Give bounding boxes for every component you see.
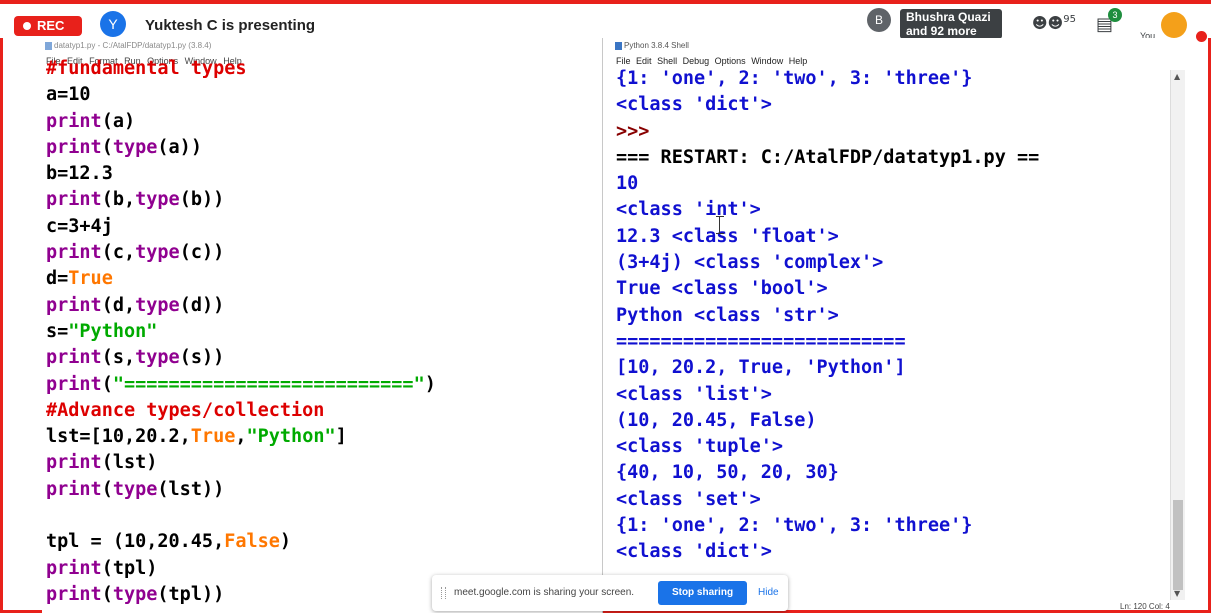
screen-sharing-banner: meet.google.com is sharing your screen. …	[432, 575, 788, 611]
hide-button[interactable]: Hide	[758, 587, 779, 598]
scroll-up-icon[interactable]: ▲	[1174, 72, 1180, 81]
chat-badge: 3	[1108, 8, 1122, 22]
shell-menu-debug[interactable]: Debug	[683, 56, 710, 66]
chat-button[interactable]: ▤ 3	[1096, 8, 1122, 35]
scroll-thumb[interactable]	[1173, 500, 1183, 590]
mic-off-icon	[1196, 31, 1207, 42]
python-file-icon	[45, 42, 52, 50]
participant-avatar[interactable]: B	[867, 8, 891, 32]
shell-menu-window[interactable]: Window	[751, 56, 783, 66]
sharing-indicator-line	[0, 0, 1211, 4]
shell-menu-shell[interactable]: Shell	[657, 56, 677, 66]
shell-menu-help[interactable]: Help	[789, 56, 808, 66]
presenter-avatar: Y	[100, 11, 126, 37]
idle-editor-window: datatyp1.py - C:/AtalFDP/datatyp1.py (3.…	[42, 38, 603, 613]
editor-titlebar: datatyp1.py - C:/AtalFDP/datatyp1.py (3.…	[42, 38, 602, 54]
shell-menu-file[interactable]: File	[616, 56, 631, 66]
stop-sharing-button[interactable]: Stop sharing	[658, 581, 747, 605]
shell-titlebar: Python 3.8.4 Shell	[612, 38, 1172, 54]
shell-menu-options[interactable]: Options	[715, 56, 746, 66]
people-button[interactable]: ☻☻95	[1032, 14, 1076, 32]
participant-text: Bhushra Quazi and 92 more	[900, 9, 1002, 39]
recording-badge: REC	[14, 16, 82, 36]
drag-handle-icon[interactable]	[441, 587, 446, 599]
code-text-area[interactable]: #fundamental types a=10 print(a) print(t…	[42, 56, 602, 608]
rec-label: REC	[37, 18, 65, 33]
shell-title: Python 3.8.4 Shell	[624, 41, 689, 50]
meet-top-bar: REC Y Yuktesh C is presenting B Bhushra …	[0, 0, 1211, 42]
shell-output[interactable]: {1: 'one', 2: 'two', 3: 'three'} <class …	[612, 66, 1172, 566]
shell-status-bar: Ln: 120 Col: 4	[1120, 602, 1170, 611]
python-shell-window: Python 3.8.4 Shell File Edit Shell Debug…	[612, 38, 1172, 600]
record-dot-icon	[23, 22, 31, 30]
people-count: 95	[1063, 14, 1077, 25]
people-icon: ☻☻	[1032, 14, 1064, 32]
shell-scrollbar[interactable]: ▲ ▼	[1170, 70, 1185, 600]
self-avatar[interactable]	[1161, 12, 1187, 38]
sharing-message: meet.google.com is sharing your screen.	[454, 587, 635, 598]
shell-menu-edit[interactable]: Edit	[636, 56, 652, 66]
editor-title: datatyp1.py - C:/AtalFDP/datatyp1.py (3.…	[54, 41, 212, 50]
presenter-text: Yuktesh C is presenting	[145, 17, 316, 34]
scroll-down-icon[interactable]: ▼	[1174, 589, 1180, 598]
text-cursor-icon	[716, 216, 724, 234]
python-shell-icon	[615, 42, 622, 50]
